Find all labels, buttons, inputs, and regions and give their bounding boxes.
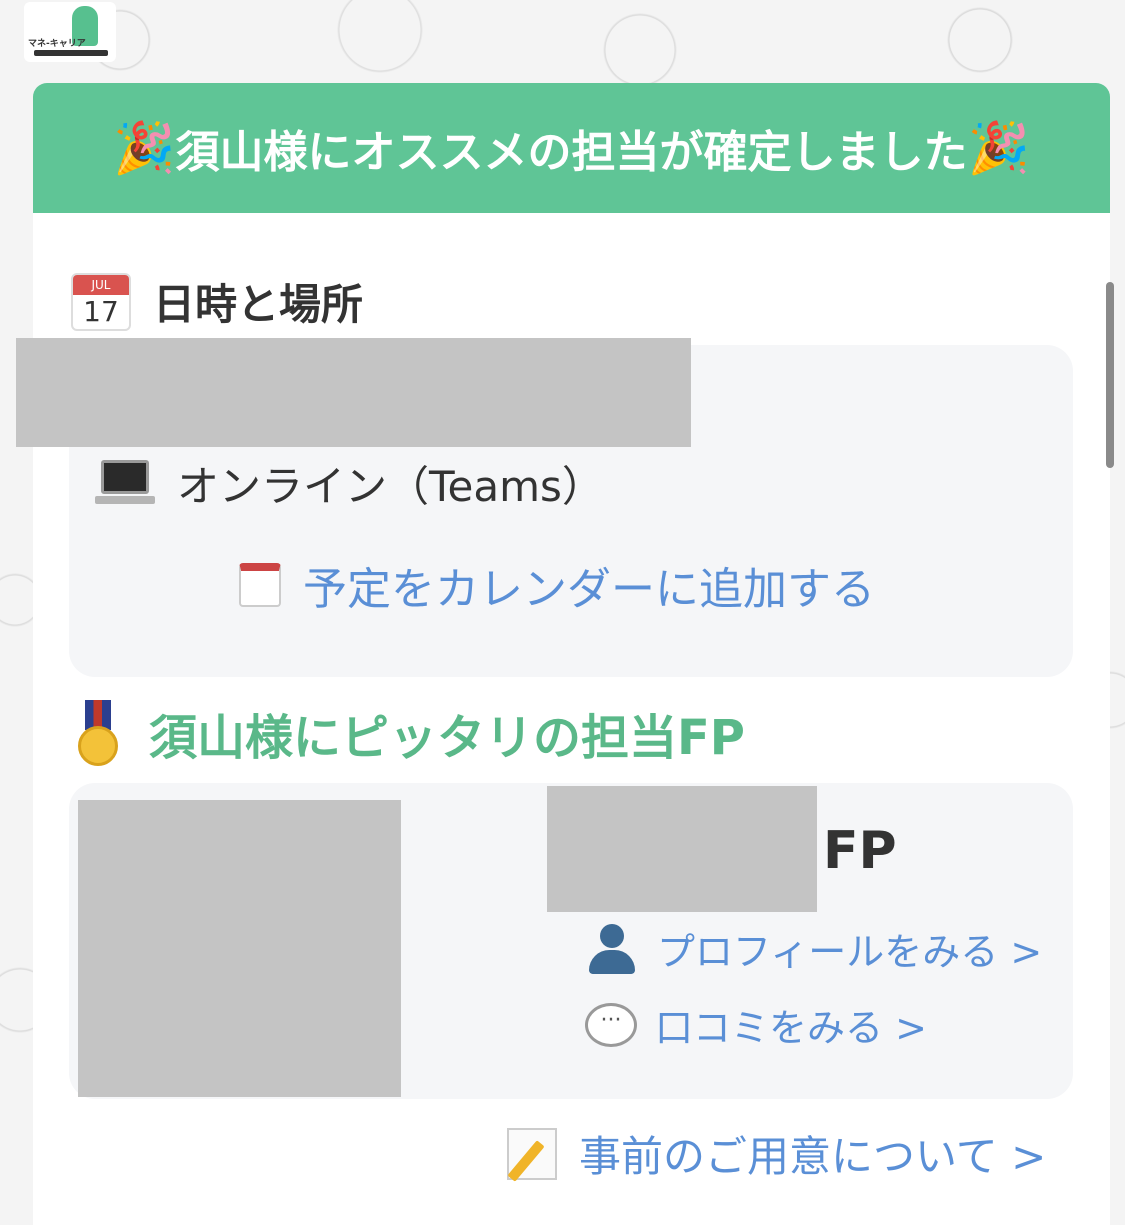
view-reviews-link[interactable]: ··· 口コミをみる >: [585, 997, 927, 1052]
location-row: オンライン（Teams）: [95, 453, 604, 514]
speech-bubble-icon: ···: [585, 1002, 637, 1047]
party-popper-icon: 🎉: [967, 118, 1030, 177]
calendar-icon-month: JUL: [73, 274, 129, 295]
datetime-redacted: [16, 338, 691, 447]
medal-icon: [75, 700, 121, 766]
calendar-icon-day: 17: [83, 294, 119, 328]
confirmation-banner: 🎉 須山様にオススメの担当が確定しました 🎉: [33, 83, 1110, 213]
logo-text: マネ-キャリア: [28, 39, 86, 49]
date-location-title: 日時と場所: [153, 280, 364, 329]
fp-photo-redacted: [78, 800, 401, 1097]
fp-suffix-label: FP: [823, 821, 897, 881]
add-to-calendar-label: 予定をカレンダーに追加する: [303, 564, 875, 615]
tear-off-calendar-icon: [239, 563, 281, 607]
brand-logo: マネ-キャリア: [24, 2, 116, 62]
party-popper-icon: 🎉: [113, 118, 176, 177]
banner-title: 須山様にオススメの担当が確定しました: [175, 127, 968, 178]
add-to-calendar-link[interactable]: 予定をカレンダーに追加する: [239, 553, 875, 617]
calendar-icon: JUL 17: [71, 272, 131, 331]
date-location-heading: JUL 17 日時と場所: [71, 271, 363, 332]
appointment-card: 🎉 須山様にオススメの担当が確定しました 🎉 JUL 17 日時と場所 オンライ…: [33, 83, 1110, 1225]
person-icon: [585, 922, 639, 976]
fp-heading: 須山様にピッタリの担当FP: [75, 698, 745, 768]
memo-icon: [507, 1127, 557, 1182]
view-profile-link[interactable]: プロフィールをみる >: [585, 921, 1042, 976]
scrollbar[interactable]: [1106, 282, 1114, 468]
fp-heading-title: 須山様にピッタリの担当FP: [149, 710, 745, 766]
location-text: オンライン（Teams）: [177, 462, 604, 511]
view-profile-label: プロフィールをみる >: [657, 930, 1043, 974]
logo-desk: [34, 50, 108, 56]
fp-name-redacted: [547, 786, 817, 912]
view-reviews-label: 口コミをみる >: [655, 1006, 927, 1050]
preparation-info-label: 事前のご用意について >: [579, 1132, 1047, 1181]
preparation-info-link[interactable]: 事前のご用意について >: [507, 1123, 1046, 1184]
laptop-icon: [95, 459, 155, 508]
